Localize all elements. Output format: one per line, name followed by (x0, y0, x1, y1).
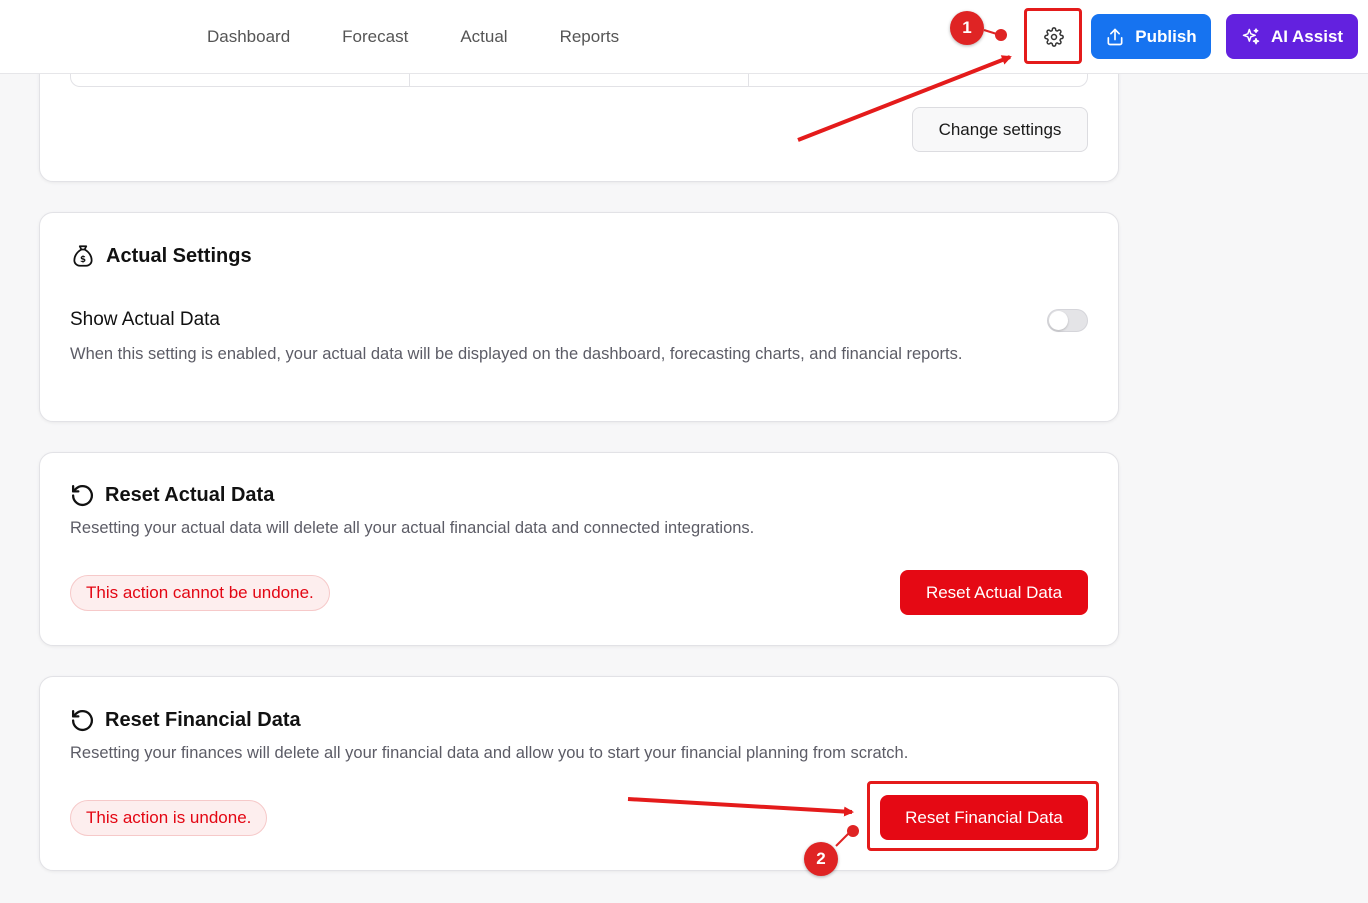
reset-actual-heading: Reset Actual Data (70, 483, 274, 508)
gear-icon (1044, 27, 1064, 47)
top-bar: Dashboard Forecast Actual Reports Publis… (0, 0, 1368, 74)
actual-settings-title: Actual Settings (106, 244, 252, 267)
nav-item-forecast[interactable]: Forecast (342, 27, 408, 47)
settings-button[interactable] (1033, 16, 1075, 58)
reset-financial-heading: Reset Financial Data (70, 708, 301, 733)
publish-label: Publish (1135, 26, 1197, 46)
reset-financial-description: Resetting your finances will delete all … (70, 744, 909, 762)
reset-financial-title: Reset Financial Data (105, 709, 301, 731)
reset-icon (71, 709, 93, 732)
reset-actual-description: Resetting your actual data will delete a… (70, 519, 755, 537)
change-settings-button[interactable]: Change settings (912, 107, 1088, 152)
reset-actual-card: Reset Actual Data Resetting your actual … (39, 452, 1119, 646)
nav-item-actual[interactable]: Actual (460, 27, 507, 47)
step-marker-2: 2 (804, 842, 838, 876)
show-actual-data-description: When this setting is enabled, your actua… (70, 345, 963, 363)
publish-button[interactable]: Publish (1091, 14, 1211, 59)
ai-assist-label: AI Assist (1270, 26, 1344, 46)
money-bag-icon: $ (73, 245, 93, 267)
reset-icon (71, 484, 93, 507)
ai-assist-button[interactable]: AI Assist (1226, 14, 1358, 59)
main-nav: Dashboard Forecast Actual Reports (207, 0, 671, 74)
sparkle-icon (1242, 27, 1260, 44)
reset-actual-data-button[interactable]: Reset Actual Data (900, 570, 1088, 615)
show-actual-data-toggle[interactable] (1047, 309, 1088, 332)
step-marker-1-dot (995, 29, 1007, 41)
actual-settings-heading: $ Actual Settings (70, 243, 252, 269)
reset-actual-warning-badge: This action cannot be undone. (70, 575, 330, 611)
reset-actual-title: Reset Actual Data (105, 484, 275, 506)
nav-item-dashboard[interactable]: Dashboard (207, 27, 290, 47)
nav-item-reports[interactable]: Reports (560, 27, 620, 47)
svg-text:$: $ (80, 255, 86, 265)
reset-financial-data-button[interactable]: Reset Financial Data (880, 795, 1088, 840)
toggle-knob (1049, 311, 1068, 330)
reset-financial-warning-badge: This action is undone. (70, 800, 268, 836)
step-marker-1: 1 (950, 11, 984, 45)
show-actual-data-label: Show Actual Data (70, 309, 220, 330)
step-marker-2-dot (847, 825, 859, 837)
upload-icon (1107, 28, 1123, 45)
reset-financial-card: Reset Financial Data Resetting your fina… (39, 676, 1119, 871)
actual-settings-card: $ Actual Settings Show Actual Data When … (39, 212, 1119, 422)
